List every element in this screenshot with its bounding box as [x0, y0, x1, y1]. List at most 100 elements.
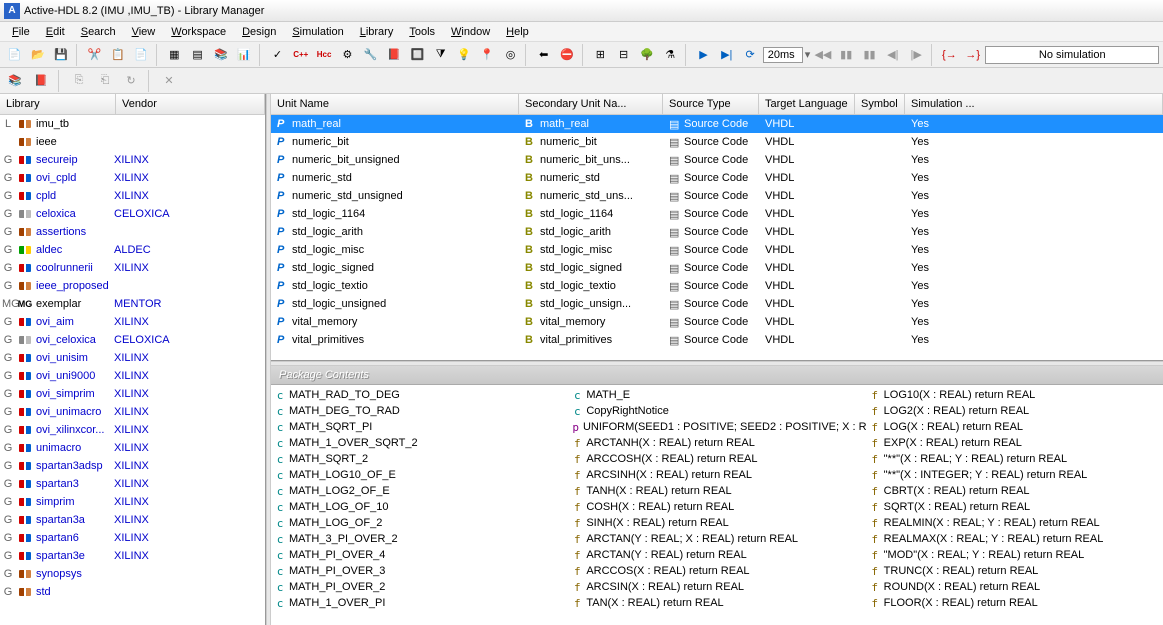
library-row-cpld[interactable]: GcpldXILINX	[0, 187, 265, 205]
chip-button[interactable]: 🔲	[407, 44, 428, 66]
package-item[interactable]: fREALMIN(X : REAL; Y : REAL) return REAL	[870, 515, 1159, 531]
library-row-spartan3a[interactable]: Gspartan3aXILINX	[0, 511, 265, 529]
units-list[interactable]: Pmath_realBmath_real▤Source CodeVHDLYesP…	[271, 115, 1163, 361]
add-lib-button[interactable]: 📚	[4, 70, 26, 92]
package-item[interactable]: fARCSIN(X : REAL) return REAL	[572, 579, 861, 595]
target-lang-header[interactable]: Target Language	[759, 94, 855, 114]
library-row-ovi_simprim[interactable]: Govi_simprimXILINX	[0, 385, 265, 403]
package-item[interactable]: fFLOOR(X : REAL) return REAL	[870, 595, 1159, 611]
package-item[interactable]: fLOG2(X : REAL) return REAL	[870, 403, 1159, 419]
package-item[interactable]: fREALMAX(X : REAL; Y : REAL) return REAL	[870, 531, 1159, 547]
library-row-std[interactable]: Gstd	[0, 583, 265, 601]
new-file-button[interactable]: 📄	[4, 44, 25, 66]
cut-button[interactable]: ✂️	[84, 44, 105, 66]
package-item[interactable]: fARCCOSH(X : REAL) return REAL	[572, 451, 861, 467]
library-row-ovi_unisim[interactable]: Govi_unisimXILINX	[0, 349, 265, 367]
package-item[interactable]: cMATH_1_OVER_PI	[275, 595, 564, 611]
stop-button[interactable]: ⛔	[556, 44, 577, 66]
package-col-1[interactable]: cMATH_RAD_TO_DEGcMATH_DEG_TO_RADcMATH_SQ…	[271, 385, 568, 625]
package-item[interactable]: cMATH_LOG_OF_10	[275, 499, 564, 515]
package-item[interactable]: cMATH_3_PI_OVER_2	[275, 531, 564, 547]
package-item[interactable]: fARCTAN(Y : REAL; X : REAL) return REAL	[572, 531, 861, 547]
library-row-ovi_xilinxcor...[interactable]: Govi_xilinxcor...XILINX	[0, 421, 265, 439]
menu-window[interactable]: Window	[443, 24, 498, 40]
package-item[interactable]: fARCCOS(X : REAL) return REAL	[572, 563, 861, 579]
run-to-button[interactable]: ▶|	[716, 44, 737, 66]
package-item[interactable]: f"**"(X : REAL; Y : REAL) return REAL	[870, 451, 1159, 467]
grid-button[interactable]: ▦	[164, 44, 185, 66]
library-row-ieee[interactable]: ieee	[0, 133, 265, 151]
menu-search[interactable]: Search	[73, 24, 124, 40]
lint-button[interactable]: ✓	[267, 44, 288, 66]
package-item[interactable]: fROUND(X : REAL) return REAL	[870, 579, 1159, 595]
vendor-col-header[interactable]: Vendor	[116, 94, 265, 114]
package-item[interactable]: fCBRT(X : REAL) return REAL	[870, 483, 1159, 499]
library-row-spartan6[interactable]: Gspartan6XILINX	[0, 529, 265, 547]
library-row-celoxica[interactable]: GceloxicaCELOXICA	[0, 205, 265, 223]
menu-edit[interactable]: Edit	[38, 24, 73, 40]
package-item[interactable]: pUNIFORM(SEED1 : POSITIVE; SEED2 : POSIT…	[572, 419, 861, 435]
library-row-imu_tb[interactable]: Limu_tb	[0, 115, 265, 133]
cpp-dbg-button[interactable]: C++	[290, 44, 311, 66]
unit-row-numeric_bit_unsigned[interactable]: Pnumeric_bit_unsignedBnumeric_bit_uns...…	[271, 151, 1163, 169]
copy-button[interactable]: 📋	[107, 44, 128, 66]
package-item[interactable]: cMATH_E	[572, 387, 861, 403]
unit-row-numeric_std_unsigned[interactable]: Pnumeric_std_unsignedBnumeric_std_uns...…	[271, 187, 1163, 205]
symbol-header[interactable]: Symbol	[855, 94, 905, 114]
package-item[interactable]: f"MOD"(X : REAL; Y : REAL) return REAL	[870, 547, 1159, 563]
package-item[interactable]: cMATH_RAD_TO_DEG	[275, 387, 564, 403]
package-item[interactable]: fARCTAN(Y : REAL) return REAL	[572, 547, 861, 563]
menu-file[interactable]: File	[4, 24, 38, 40]
step-prev-button[interactable]: ◀|	[882, 44, 903, 66]
unit-name-header[interactable]: Unit Name	[271, 94, 519, 114]
library-row-ieee_proposed[interactable]: Gieee_proposed	[0, 277, 265, 295]
package-item[interactable]: fARCTANH(X : REAL) return REAL	[572, 435, 861, 451]
library-row-ovi_celoxica[interactable]: Govi_celoxicaCELOXICA	[0, 331, 265, 349]
menu-design[interactable]: Design	[234, 24, 284, 40]
package-item[interactable]: cMATH_SQRT_2	[275, 451, 564, 467]
library-row-spartan3adsp[interactable]: Gspartan3adspXILINX	[0, 457, 265, 475]
library-row-ovi_aim[interactable]: Govi_aimXILINX	[0, 313, 265, 331]
library-row-spartan3e[interactable]: Gspartan3eXILINX	[0, 547, 265, 565]
unit-row-std_logic_textio[interactable]: Pstd_logic_textioBstd_logic_textio▤Sourc…	[271, 277, 1163, 295]
settings-button[interactable]: ⚙	[337, 44, 358, 66]
simulation-header[interactable]: Simulation ...	[905, 94, 1163, 114]
library-row-unimacro[interactable]: GunimacroXILINX	[0, 439, 265, 457]
source-type-header[interactable]: Source Type	[663, 94, 759, 114]
package-item[interactable]: cMATH_1_OVER_SQRT_2	[275, 435, 564, 451]
menu-view[interactable]: View	[124, 24, 164, 40]
menu-simulation[interactable]: Simulation	[284, 24, 351, 40]
library-list[interactable]: Limu_tbieeeGsecureipXILINXGovi_cpldXILIN…	[0, 115, 265, 625]
pause-button[interactable]: ▮▮	[836, 44, 857, 66]
menu-tools[interactable]: Tools	[401, 24, 443, 40]
package-item[interactable]: fTRUNC(X : REAL) return REAL	[870, 563, 1159, 579]
paste-button[interactable]: 📄	[130, 44, 151, 66]
package-item[interactable]: f"**"(X : INTEGER; Y : REAL) return REAL	[870, 467, 1159, 483]
filter-button[interactable]: ⚗	[660, 44, 681, 66]
expand-button[interactable]: ⊞	[590, 44, 611, 66]
package-item[interactable]: cMATH_LOG10_OF_E	[275, 467, 564, 483]
package-item[interactable]: fTAN(X : REAL) return REAL	[572, 595, 861, 611]
hcc-dbg-button[interactable]: Hcc	[313, 44, 334, 66]
bulb-button[interactable]: 💡	[453, 44, 474, 66]
refresh-button[interactable]: ↻	[120, 70, 142, 92]
unit-row-numeric_bit[interactable]: Pnumeric_bitBnumeric_bit▤Source CodeVHDL…	[271, 133, 1163, 151]
run-button[interactable]: ▶	[693, 44, 714, 66]
books-button[interactable]: 📕	[383, 44, 404, 66]
library-row-coolrunnerii[interactable]: GcoolrunneriiXILINX	[0, 259, 265, 277]
package-col-2[interactable]: cMATH_EcCopyRightNoticepUNIFORM(SEED1 : …	[568, 385, 865, 625]
wrench-button[interactable]: 🔧	[360, 44, 381, 66]
save-button[interactable]: 💾	[51, 44, 72, 66]
unit-row-std_logic_unsigned[interactable]: Pstd_logic_unsignedBstd_logic_unsign...▤…	[271, 295, 1163, 313]
grid2-button[interactable]: ▤	[187, 44, 208, 66]
library-row-spartan3[interactable]: Gspartan3XILINX	[0, 475, 265, 493]
unit-row-math_real[interactable]: Pmath_realBmath_real▤Source CodeVHDLYes	[271, 115, 1163, 133]
step-back-button[interactable]: ◀◀	[812, 44, 833, 66]
package-item[interactable]: cMATH_PI_OVER_2	[275, 579, 564, 595]
library-row-simprim[interactable]: GsimprimXILINX	[0, 493, 265, 511]
unit-row-vital_primitives[interactable]: Pvital_primitivesBvital_primitives▤Sourc…	[271, 331, 1163, 349]
package-item[interactable]: cMATH_PI_OVER_3	[275, 563, 564, 579]
delete-button[interactable]: ✕	[158, 70, 180, 92]
restart-button[interactable]: ⟳	[739, 44, 760, 66]
package-col-3[interactable]: fLOG10(X : REAL) return REALfLOG2(X : RE…	[866, 385, 1163, 625]
